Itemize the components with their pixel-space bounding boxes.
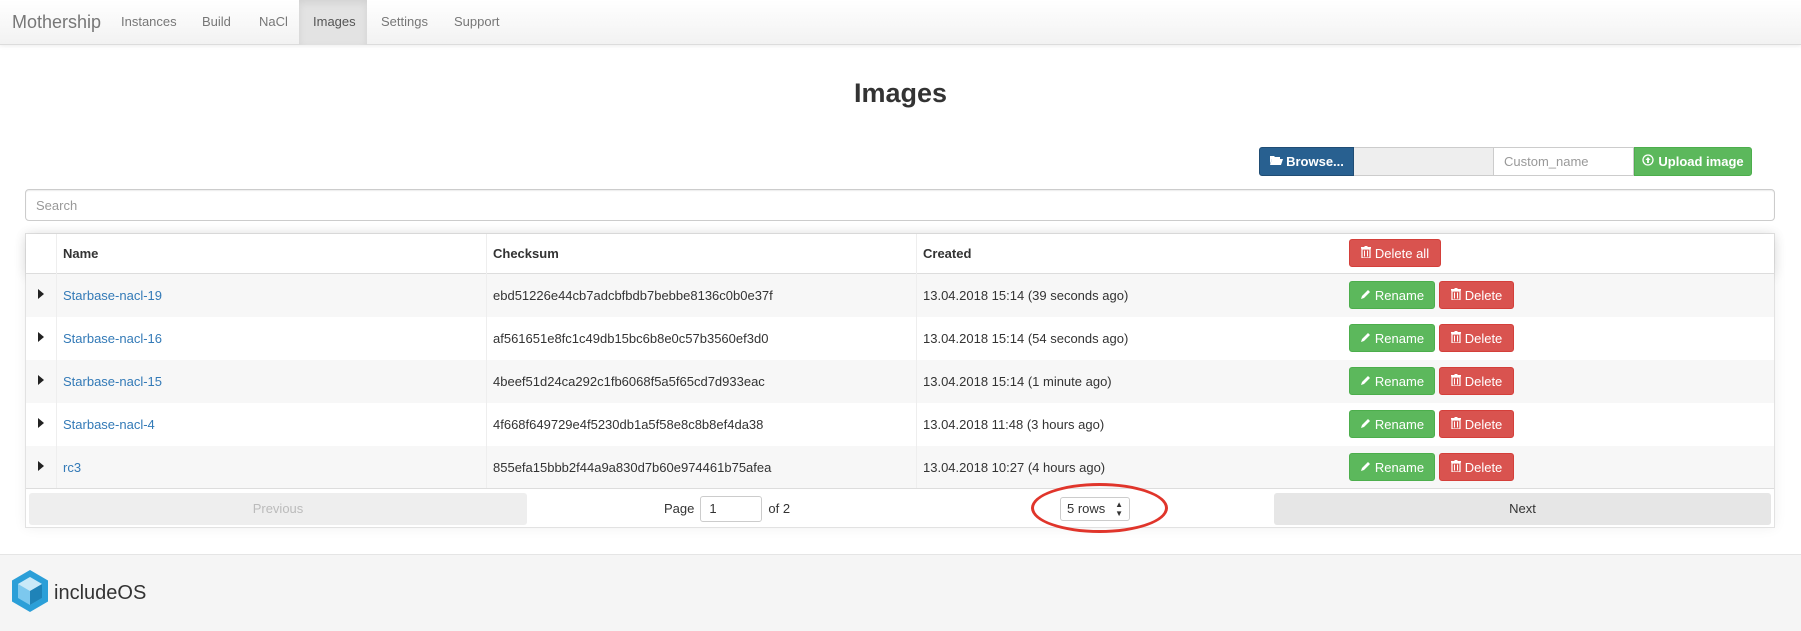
pencil-icon: [1360, 417, 1371, 432]
delete-label: Delete: [1464, 287, 1503, 303]
next-page-button[interactable]: Next: [1274, 493, 1771, 525]
delete-all-label: Delete all: [1374, 245, 1430, 261]
rename-label: Rename: [1374, 373, 1425, 389]
trash-icon: [1450, 330, 1461, 346]
upload-image-button[interactable]: Upload image: [1634, 147, 1752, 176]
rename-label: Rename: [1374, 330, 1425, 346]
pencil-icon: [1360, 460, 1371, 475]
pagination-bar: Previous Page 1 of 2 5 rows ▲ ▼ Next: [26, 488, 1774, 527]
image-name-link[interactable]: rc3: [56, 446, 486, 489]
table-row: Starbase-nacl-15 4beef51d24ca292c1fb6068…: [26, 360, 1774, 403]
rename-button[interactable]: Rename: [1349, 281, 1435, 309]
checksum-cell: 4f668f649729e4f5230db1a5f58e8c8b8ef4da38: [486, 403, 916, 446]
upload-label: Upload image: [1658, 154, 1744, 169]
created-cell: 13.04.2018 10:27 (4 hours ago): [916, 446, 1346, 489]
trash-icon: [1450, 287, 1461, 303]
page-label: Page: [664, 501, 695, 516]
created-cell: 13.04.2018 15:14 (39 seconds ago): [916, 274, 1346, 317]
checksum-cell: af561651e8fc1c49db15bc6b8e0c57b3560ef3d0: [486, 317, 916, 360]
nav-item-support[interactable]: Support: [440, 0, 514, 45]
delete-label: Delete: [1464, 330, 1503, 346]
image-name-link[interactable]: Starbase-nacl-4: [56, 403, 486, 446]
nav-item-instances[interactable]: Instances: [107, 0, 191, 45]
delete-label: Delete: [1464, 373, 1503, 389]
page-indicator: Page 1 of 2: [664, 493, 790, 525]
annotation-highlight-ellipse: [1031, 483, 1168, 533]
checksum-cell: 855efa15bbb2f44a9a830d7b60e974461b75afea: [486, 446, 916, 489]
expand-row-caret-icon[interactable]: [38, 289, 44, 299]
trash-icon: [1450, 373, 1461, 389]
created-cell: 13.04.2018 15:14 (1 minute ago): [916, 360, 1346, 403]
rename-button[interactable]: Rename: [1349, 410, 1435, 438]
images-table: Name Checksum Created Delete all Starbas…: [25, 233, 1775, 528]
expand-row-caret-icon[interactable]: [38, 332, 44, 342]
checksum-cell: 4beef51d24ca292c1fb6068f5a5f65cd7d933eac: [486, 360, 916, 403]
rename-label: Rename: [1374, 287, 1425, 303]
created-cell: 13.04.2018 11:48 (3 hours ago): [916, 403, 1346, 446]
pencil-icon: [1360, 374, 1371, 389]
expand-row-caret-icon[interactable]: [38, 375, 44, 385]
delete-button[interactable]: Delete: [1439, 410, 1514, 438]
upload-circle-icon: [1642, 154, 1655, 169]
column-header-name[interactable]: Name: [56, 234, 486, 274]
includeos-logo[interactable]: includeOS: [10, 569, 146, 618]
table-row: Starbase-nacl-4 4f668f649729e4f5230db1a5…: [26, 403, 1774, 446]
delete-button[interactable]: Delete: [1439, 324, 1514, 352]
table-header: Name Checksum Created Delete all: [26, 234, 1774, 274]
table-row: rc3 855efa15bbb2f44a9a830d7b60e974461b75…: [26, 446, 1774, 489]
upload-group: Browse... Upload image: [1259, 147, 1752, 176]
browse-label: Browse...: [1286, 154, 1344, 169]
pencil-icon: [1360, 331, 1371, 346]
nav-item-images[interactable]: Images: [299, 0, 367, 45]
page-total-label: of 2: [768, 501, 791, 516]
checksum-cell: ebd51226e44cb7adcbfbdb7bebbe8136c0b0e37f: [486, 274, 916, 317]
navbar: Mothership Instances Build NaCl Images S…: [0, 0, 1801, 45]
file-name-display[interactable]: [1354, 147, 1494, 176]
rename-button[interactable]: Rename: [1349, 453, 1435, 481]
search-input[interactable]: [25, 189, 1775, 221]
delete-all-button[interactable]: Delete all: [1349, 239, 1441, 267]
previous-page-button[interactable]: Previous: [29, 493, 527, 525]
page-number-input[interactable]: 1: [700, 496, 763, 522]
rename-label: Rename: [1374, 459, 1425, 475]
created-cell: 13.04.2018 15:14 (54 seconds ago): [916, 317, 1346, 360]
rename-label: Rename: [1374, 416, 1425, 432]
footer: includeOS: [0, 554, 1801, 631]
delete-button[interactable]: Delete: [1439, 453, 1514, 481]
nav-item-settings[interactable]: Settings: [367, 0, 442, 45]
column-header-created[interactable]: Created: [916, 234, 1346, 274]
delete-label: Delete: [1464, 416, 1503, 432]
hexagon-logo-icon: [10, 569, 50, 618]
rename-button[interactable]: Rename: [1349, 367, 1435, 395]
image-name-link[interactable]: Starbase-nacl-15: [56, 360, 486, 403]
pencil-icon: [1360, 288, 1371, 303]
trash-icon: [1450, 459, 1461, 475]
trash-icon: [1450, 416, 1461, 432]
expand-row-caret-icon[interactable]: [38, 418, 44, 428]
expand-row-caret-icon[interactable]: [38, 461, 44, 471]
delete-button[interactable]: Delete: [1439, 281, 1514, 309]
page-title: Images: [853, 78, 948, 108]
folder-open-icon: [1269, 154, 1284, 169]
image-name-link[interactable]: Starbase-nacl-16: [56, 317, 486, 360]
column-header-checksum[interactable]: Checksum: [486, 234, 916, 274]
brand-link[interactable]: Mothership: [12, 12, 101, 33]
nav-item-build[interactable]: Build: [188, 0, 245, 45]
delete-label: Delete: [1464, 459, 1503, 475]
trash-icon: [1360, 245, 1371, 261]
logo-wordmark: includeOS: [54, 582, 147, 604]
browse-button[interactable]: Browse...: [1259, 147, 1354, 176]
image-name-link[interactable]: Starbase-nacl-19: [56, 274, 486, 317]
delete-button[interactable]: Delete: [1439, 367, 1514, 395]
table-row: Starbase-nacl-16 af561651e8fc1c49db15bc6…: [26, 317, 1774, 360]
custom-name-input[interactable]: [1494, 147, 1634, 176]
table-row: Starbase-nacl-19 ebd51226e44cb7adcbfbdb7…: [26, 274, 1774, 317]
rename-button[interactable]: Rename: [1349, 324, 1435, 352]
nav-item-nacl[interactable]: NaCl: [245, 0, 302, 45]
